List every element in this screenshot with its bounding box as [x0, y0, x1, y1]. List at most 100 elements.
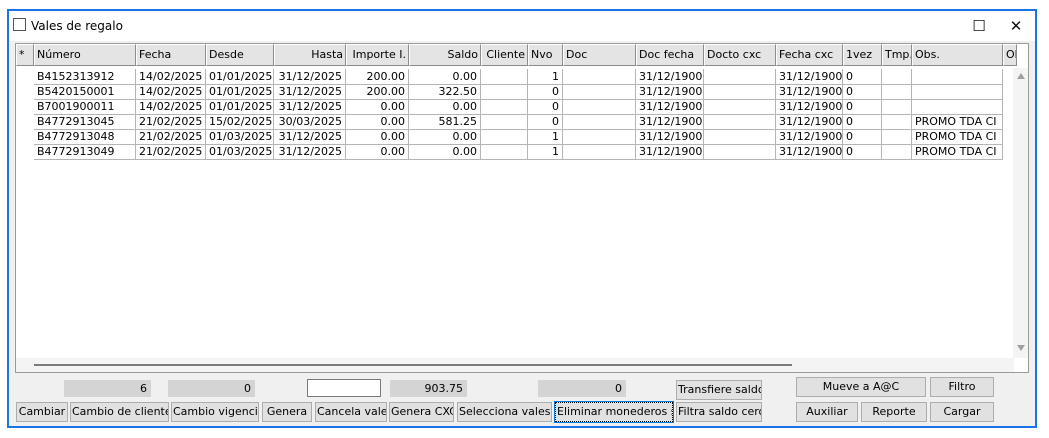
cell-fecha-cxc[interactable]: 31/12/1900	[776, 144, 843, 160]
cell-saldo[interactable]: 0.00	[409, 144, 481, 160]
cell-numero[interactable]: B4772913048	[34, 129, 136, 145]
cell-desde[interactable]: 01/03/2025	[206, 144, 274, 160]
cell-fecha[interactable]: 14/02/2025	[136, 99, 206, 115]
column-header[interactable]: Hasta	[274, 44, 346, 66]
cell-importe[interactable]: 0.00	[346, 129, 409, 145]
cell-obs[interactable]	[912, 99, 1003, 115]
cell-importe[interactable]: 0.00	[346, 114, 409, 130]
cell-hasta[interactable]: 31/12/2025	[274, 99, 346, 115]
maximize-icon[interactable]: ☐	[960, 11, 998, 41]
horizontal-scroll-thumb[interactable]	[34, 364, 792, 366]
cell-fecha[interactable]: 21/02/2025	[136, 114, 206, 130]
cell-desde[interactable]: 01/01/2025	[206, 84, 274, 100]
column-header[interactable]: Número	[34, 44, 136, 66]
cell-1vez[interactable]: 0	[843, 129, 882, 145]
cell-saldo[interactable]: 581.25	[409, 114, 481, 130]
cell-saldo[interactable]: 0.00	[409, 99, 481, 115]
cell-docto-cxc[interactable]	[704, 84, 776, 100]
cell-nvo[interactable]: 1	[528, 69, 563, 85]
table-row[interactable]: B4772913045 21/02/2025 15/02/2025 30/03/202…	[16, 114, 1016, 130]
cell-saldo[interactable]: 0.00	[409, 69, 481, 85]
cell-docto-cxc[interactable]	[704, 99, 776, 115]
cell-doc[interactable]	[563, 144, 636, 160]
auxiliar-button[interactable]: Auxiliar	[796, 402, 858, 422]
selecciona-vales-button[interactable]: Selecciona vales	[457, 402, 552, 422]
mueve-aac-button[interactable]: Mueve a A@C	[796, 377, 926, 397]
cell-tmp[interactable]	[882, 99, 912, 115]
cell-numero[interactable]: B7001900011	[34, 99, 136, 115]
cell-hasta[interactable]: 31/12/2025	[274, 129, 346, 145]
cell-fecha[interactable]: 14/02/2025	[136, 84, 206, 100]
totals-input[interactable]	[307, 379, 381, 397]
column-header[interactable]: Fecha cxc	[776, 44, 843, 66]
reporte-button[interactable]: Reporte	[861, 402, 927, 422]
cell-fecha-cxc[interactable]: 31/12/1900	[776, 69, 843, 85]
cell-hasta[interactable]: 31/12/2025	[274, 69, 346, 85]
genera-cxc-button[interactable]: Genera CXC	[389, 402, 454, 422]
column-header[interactable]: 1vez	[843, 44, 882, 66]
table-row[interactable]: B7001900011 14/02/2025 01/01/2025 31/12/202…	[16, 99, 1016, 115]
vertical-scrollbar[interactable]	[1013, 68, 1028, 358]
cancela-vale-button[interactable]: Cancela vale	[315, 402, 387, 422]
cell-tmp[interactable]	[882, 144, 912, 160]
cell-nvo[interactable]: 0	[528, 99, 563, 115]
table-row[interactable]: B4152313912 14/02/2025 01/01/2025 31/12/202…	[16, 69, 1016, 85]
eliminar-monederos-button[interactable]: Eliminar monederos se	[554, 401, 674, 423]
column-header[interactable]: Obs.	[912, 44, 1003, 66]
cell-desde[interactable]: 01/03/2025	[206, 129, 274, 145]
column-header[interactable]: Desde	[206, 44, 274, 66]
cell-doc-fecha[interactable]: 31/12/1900	[636, 129, 704, 145]
cell-1vez[interactable]: 0	[843, 99, 882, 115]
cell-1vez[interactable]: 0	[843, 144, 882, 160]
cell-obs[interactable]: PROMO TDA CI	[912, 114, 1003, 130]
column-header[interactable]: *	[16, 44, 34, 66]
table-row[interactable]: B4772913049 21/02/2025 01/03/2025 31/12/202…	[16, 144, 1016, 160]
column-header[interactable]: Nvo	[528, 44, 563, 66]
cell-doc[interactable]	[563, 99, 636, 115]
cell-doc-fecha[interactable]: 31/12/1900	[636, 99, 704, 115]
cell-obs[interactable]: PROMO TDA CI	[912, 129, 1003, 145]
cell-docto-cxc[interactable]	[704, 114, 776, 130]
table-row[interactable]: B4772913048 21/02/2025 01/03/2025 31/12/202…	[16, 129, 1016, 145]
cell-numero[interactable]: B4152313912	[34, 69, 136, 85]
cell-fecha[interactable]: 21/02/2025	[136, 144, 206, 160]
cell-1vez[interactable]: 0	[843, 84, 882, 100]
cell-cliente[interactable]	[481, 69, 528, 85]
cell-fecha-cxc[interactable]: 31/12/1900	[776, 114, 843, 130]
cell-hasta[interactable]: 31/12/2025	[274, 144, 346, 160]
filtra-saldo-cero-button[interactable]: Filtra saldo cero	[676, 402, 762, 422]
cell-importe[interactable]: 200.00	[346, 84, 409, 100]
cell-tmp[interactable]	[882, 114, 912, 130]
cell-desde[interactable]: 01/01/2025	[206, 99, 274, 115]
cell-cliente[interactable]	[481, 129, 528, 145]
table-row[interactable]: B5420150001 14/02/2025 01/01/2025 31/12/202…	[16, 84, 1016, 100]
vales-grid[interactable]: * Número Fecha Desde Hasta Importe I. Saldo Cli…	[15, 43, 1029, 373]
cell-1vez[interactable]: 0	[843, 114, 882, 130]
cell-cliente[interactable]	[481, 144, 528, 160]
column-header[interactable]: Cliente	[481, 44, 528, 66]
cell-fecha-cxc[interactable]: 31/12/1900	[776, 84, 843, 100]
column-header[interactable]: Fecha	[136, 44, 206, 66]
cell-fecha[interactable]: 14/02/2025	[136, 69, 206, 85]
cell-desde[interactable]: 15/02/2025	[206, 114, 274, 130]
cell-numero[interactable]: B5420150001	[34, 84, 136, 100]
transfiere-saldo-button[interactable]: Transfiere saldo	[676, 380, 762, 400]
cell-doc[interactable]	[563, 84, 636, 100]
cell-cliente[interactable]	[481, 99, 528, 115]
cell-fecha[interactable]: 21/02/2025	[136, 129, 206, 145]
scroll-down-icon[interactable]	[1017, 345, 1025, 351]
filtro-button[interactable]: Filtro	[930, 377, 994, 397]
cell-doc-fecha[interactable]: 31/12/1900	[636, 84, 704, 100]
cell-saldo[interactable]: 0.00	[409, 129, 481, 145]
cell-numero[interactable]: B4772913045	[34, 114, 136, 130]
column-header[interactable]: Obs.2	[1003, 44, 1017, 66]
cell-obs[interactable]: PROMO TDA CI	[912, 144, 1003, 160]
cell-cliente[interactable]	[481, 114, 528, 130]
cell-doc[interactable]	[563, 69, 636, 85]
cell-1vez[interactable]: 0	[843, 69, 882, 85]
cell-fecha-cxc[interactable]: 31/12/1900	[776, 99, 843, 115]
scroll-up-icon[interactable]	[1017, 73, 1025, 79]
horizontal-scrollbar[interactable]	[16, 358, 1014, 372]
cell-obs[interactable]	[912, 84, 1003, 100]
genera-button[interactable]: Genera	[262, 402, 312, 422]
